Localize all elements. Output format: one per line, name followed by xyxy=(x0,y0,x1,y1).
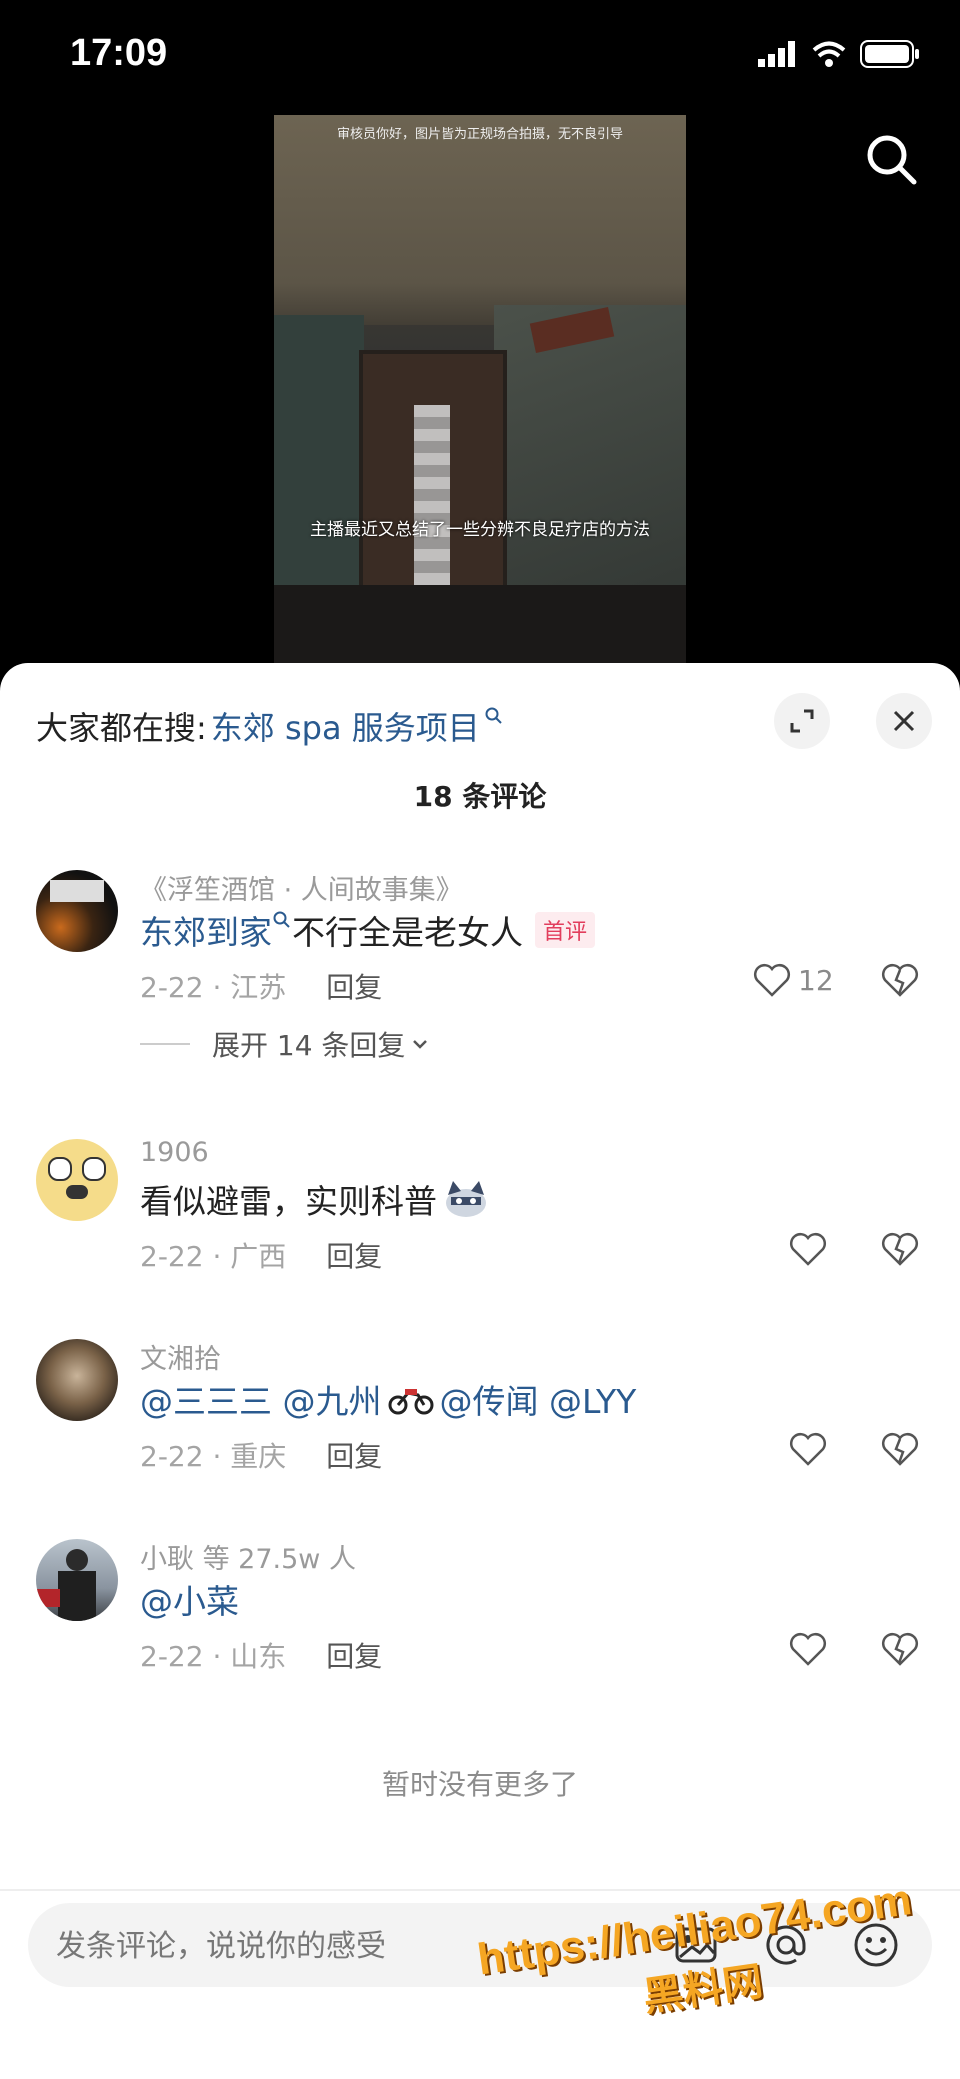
signal-icon xyxy=(758,41,795,67)
heart-icon xyxy=(790,1233,826,1266)
comment-date: 2-22 · 重庆 xyxy=(140,1440,287,1473)
avatar-eye xyxy=(82,1157,106,1181)
heart-icon xyxy=(790,1633,826,1666)
reply-button[interactable]: 回复 xyxy=(326,1435,382,1475)
reply-button[interactable]: 回复 xyxy=(326,1635,382,1675)
avatar-nose xyxy=(66,1185,88,1199)
video-caption: 主播最近又总结了一些分辨不良足疗店的方法 xyxy=(310,520,650,540)
expand-icon xyxy=(790,709,814,733)
cat-emoji-icon xyxy=(446,1181,486,1217)
comment-link[interactable]: 东郊到家 xyxy=(140,906,272,954)
close-icon xyxy=(893,710,915,732)
avatar[interactable] xyxy=(36,1539,118,1621)
motorcycle-emoji-icon xyxy=(388,1389,433,1415)
comment-text: 看似避雷，实则科普 xyxy=(140,1175,489,1223)
heart-icon xyxy=(754,964,790,997)
comment-date: 2-22 · 广西 xyxy=(140,1240,287,1273)
search-mini-icon xyxy=(485,707,502,724)
avatar-body xyxy=(58,1571,96,1621)
dislike-button[interactable] xyxy=(880,1631,920,1671)
status-bar: 17:09 xyxy=(0,0,960,110)
comment-body: 不行全是老女人 xyxy=(292,913,523,952)
comment-text: @小菜 xyxy=(140,1575,239,1623)
search-icon xyxy=(867,135,917,185)
video-top-notice: 审核员你好，图片皆为正规场合拍摄，无不良引导 xyxy=(336,127,623,142)
close-button[interactable] xyxy=(876,693,932,749)
avatar-eye xyxy=(48,1157,72,1181)
avatar-head xyxy=(66,1549,88,1571)
comment-meta: 2-22 · 重庆 回复 xyxy=(140,1435,382,1475)
heart-icon xyxy=(790,1433,826,1466)
broken-heart-icon xyxy=(882,1233,918,1266)
video-player[interactable]: 审核员你好，图片皆为正规场合拍摄，无不良引导 主播最近又总结了一些分辨不良足疗店… xyxy=(274,115,686,663)
reply-button[interactable]: 回复 xyxy=(326,966,382,1006)
suggestion-link[interactable]: 东郊 spa 服务项目 xyxy=(211,703,480,749)
divider xyxy=(140,1043,190,1045)
search-button[interactable] xyxy=(862,130,922,190)
video-mosaic xyxy=(414,405,450,605)
suggestion-prefix: 大家都在搜: xyxy=(36,709,207,747)
comment-date: 2-22 · 山东 xyxy=(140,1640,287,1673)
avatar-car xyxy=(36,1589,60,1607)
comment-meta: 2-22 · 广西 回复 xyxy=(140,1235,382,1275)
comment-mentions[interactable]: @传闻 @LYY xyxy=(440,1375,637,1423)
status-time: 17:09 xyxy=(70,32,168,74)
reply-button[interactable]: 回复 xyxy=(326,1235,382,1275)
like-button[interactable] xyxy=(788,1231,828,1267)
like-button[interactable]: 12 xyxy=(752,962,834,998)
comment-username[interactable]: 小耿 等 27.5w 人 xyxy=(140,1537,356,1576)
expand-replies-label: 展开 14 条回复 xyxy=(212,1029,406,1062)
search-suggestion: 大家都在搜: 东郊 spa 服务项目 xyxy=(36,703,504,749)
like-button[interactable] xyxy=(788,1631,828,1667)
avatar[interactable] xyxy=(36,1139,118,1221)
comment-text: 东郊到家 不行全是老女人 首评 xyxy=(140,906,596,954)
like-button[interactable] xyxy=(788,1431,828,1467)
broken-heart-icon xyxy=(882,1633,918,1666)
comment-username[interactable]: 《浮笙酒馆 · 人间故事集》 xyxy=(140,868,463,907)
video-floor xyxy=(274,585,686,663)
avatar[interactable] xyxy=(36,870,118,952)
comment-body: 看似避雷，实则科普 xyxy=(140,1182,437,1221)
comment-username[interactable]: 文湘拾 xyxy=(140,1337,221,1376)
video-ceiling xyxy=(274,115,686,325)
comment-sheet: 大家都在搜: 东郊 spa 服务项目 18 条评论 《浮笙酒馆 · 人间故事集》… xyxy=(0,663,960,2079)
comment-mentions[interactable]: @三三三 @九州 xyxy=(140,1375,382,1423)
first-comment-badge: 首评 xyxy=(535,912,596,948)
avatar[interactable] xyxy=(36,1339,118,1421)
broken-heart-icon xyxy=(882,1433,918,1466)
comment-username[interactable]: 1906 xyxy=(140,1137,209,1168)
broken-heart-icon xyxy=(882,964,918,997)
dislike-button[interactable] xyxy=(880,1231,920,1271)
like-count: 12 xyxy=(798,963,834,997)
no-more-label: 暂时没有更多了 xyxy=(381,1768,578,1801)
search-mini-icon xyxy=(273,911,290,928)
expand-replies-button[interactable]: 展开 14 条回复 xyxy=(140,1024,431,1064)
comment-meta: 2-22 · 山东 回复 xyxy=(140,1635,382,1675)
wifi-icon xyxy=(812,41,846,67)
comment-count: 18 条评论 xyxy=(413,780,547,813)
comment-text: @三三三 @九州 @传闻 @LYY xyxy=(140,1375,636,1423)
chevron-down-icon xyxy=(413,1040,428,1049)
avatar-sign xyxy=(50,880,104,902)
comment-meta: 2-22 · 江苏 回复 xyxy=(140,966,382,1006)
status-icons xyxy=(758,40,920,68)
expand-sheet-button[interactable] xyxy=(774,693,830,749)
comment-mentions[interactable]: @小菜 xyxy=(140,1575,239,1623)
battery-icon xyxy=(860,40,919,68)
dislike-button[interactable] xyxy=(880,962,920,1002)
dislike-button[interactable] xyxy=(880,1431,920,1471)
comment-date: 2-22 · 江苏 xyxy=(140,971,287,1004)
